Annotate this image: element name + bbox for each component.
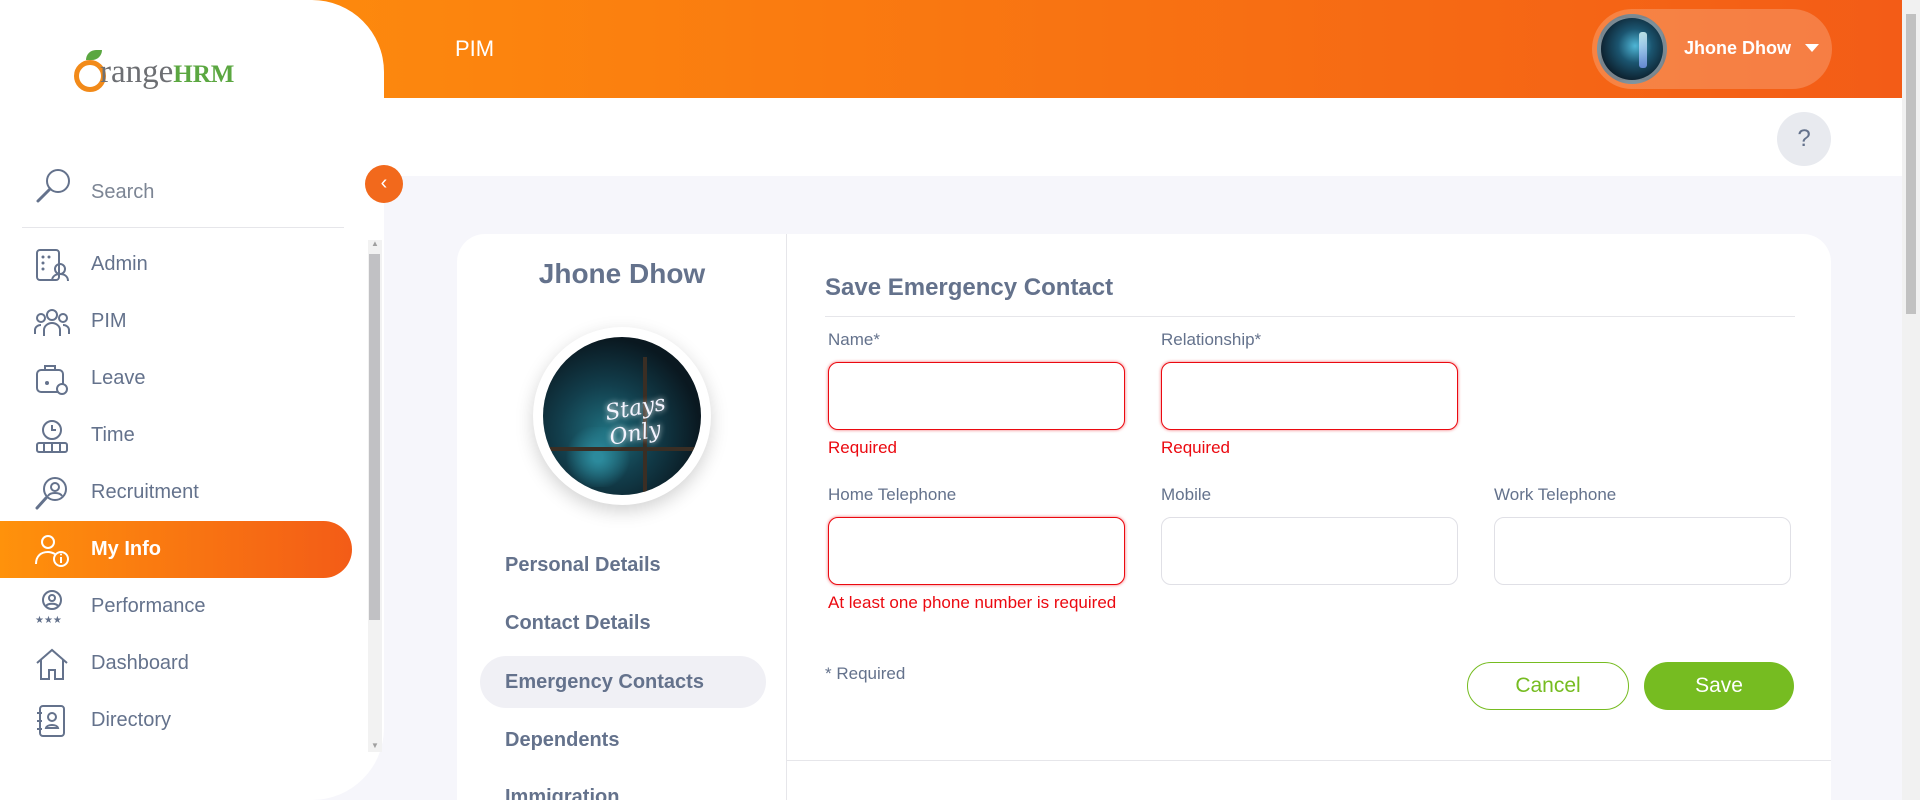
sidebar-item-leave[interactable]: Leave: [0, 350, 352, 407]
required-note: * Required: [825, 664, 906, 683]
relationship-label: Relationship*: [1161, 330, 1262, 349]
logo-text: range: [100, 54, 174, 90]
user-dropdown[interactable]: Jhone Dhow: [1592, 9, 1832, 89]
photo-neon-text: Stays Only: [603, 390, 668, 451]
svg-text:★★★: ★★★: [35, 615, 62, 625]
people-icon: [34, 309, 70, 336]
form-title: Save Emergency Contact: [825, 274, 1114, 301]
work-telephone-label: Work Telephone: [1494, 485, 1617, 504]
home-telephone-label: Home Telephone: [828, 485, 957, 504]
collapse-sidebar-button[interactable]: ‹: [365, 165, 403, 203]
leave-icon: [36, 365, 68, 395]
page-scrollbar-thumb[interactable]: [1906, 14, 1916, 314]
user-name: Jhone Dhow: [1684, 38, 1791, 58]
sidebar-item-recruitment[interactable]: Recruitment: [0, 464, 352, 521]
sidebar-scrollbar-thumb[interactable]: [369, 254, 380, 620]
sidebar-item-dashboard[interactable]: Dashboard: [0, 635, 352, 692]
sidebar-item-label: Directory: [91, 709, 172, 731]
save-button[interactable]: Save: [1644, 662, 1794, 710]
mobile-input[interactable]: [1161, 517, 1458, 585]
section-divider: [787, 760, 1831, 761]
cancel-button[interactable]: Cancel: [1467, 662, 1629, 710]
form-divider: [825, 316, 1795, 317]
scroll-down-arrow-icon[interactable]: ▼: [371, 741, 379, 750]
scroll-up-arrow-icon[interactable]: ▲: [371, 239, 379, 248]
sidebar-item-time[interactable]: Time: [0, 407, 352, 464]
sidebar-item-my-info[interactable]: My Info: [0, 521, 352, 578]
search-label: Search: [91, 181, 155, 203]
caret-down-icon: [1805, 44, 1819, 52]
relationship-error: Required: [1161, 438, 1230, 457]
work-telephone-input[interactable]: [1494, 517, 1791, 585]
relationship-input[interactable]: [1161, 362, 1458, 430]
help-button[interactable]: ?: [1777, 112, 1831, 166]
employee-photo[interactable]: Stays Only: [533, 327, 711, 505]
employee-photo-image: Stays Only: [543, 337, 701, 495]
tab-label: Dependents: [505, 729, 620, 751]
mobile-label: Mobile: [1161, 485, 1212, 504]
sidebar-item-label: PIM: [91, 310, 127, 332]
employee-name: Jhone Dhow: [538, 258, 706, 289]
sidebar: rangeHRM Search Admin PIM Leave Time Rec…: [0, 0, 384, 800]
sidebar-item-label: Performance: [91, 595, 206, 617]
tab-label: Immigration: [505, 786, 620, 800]
tab-label: Personal Details: [505, 554, 661, 576]
name-input[interactable]: [828, 362, 1125, 430]
tab-emergency-contacts[interactable]: Emergency Contacts: [480, 656, 766, 708]
tab-immigration[interactable]: Immigration: [480, 771, 766, 800]
sidebar-item-label: Time: [91, 424, 135, 446]
home-telephone-error: At least one phone number is required: [828, 593, 1117, 612]
sidebar-item-directory[interactable]: Directory: [0, 692, 352, 749]
recruitment-icon: [35, 477, 67, 510]
tab-label: Contact Details: [505, 612, 651, 634]
sidebar-item-admin[interactable]: Admin: [0, 236, 352, 293]
admin-icon: [36, 249, 69, 282]
directory-icon: [37, 705, 65, 737]
user-avatar: [1597, 14, 1667, 84]
tab-contact-details[interactable]: Contact Details: [480, 597, 766, 649]
profile-panel: Jhone Dhow Stays Only Personal Details C…: [457, 234, 787, 800]
tab-label: Emergency Contacts: [505, 671, 704, 693]
my-info-icon: [35, 535, 69, 567]
orangehrm-logo[interactable]: rangeHRM: [74, 48, 254, 98]
module-title: PIM: [455, 36, 495, 61]
sidebar-item-label: Recruitment: [91, 481, 199, 503]
name-error: Required: [828, 438, 897, 457]
sidebar-item-label: Dashboard: [91, 652, 189, 674]
performance-icon: ★★★: [35, 590, 62, 625]
home-telephone-input[interactable]: [828, 517, 1125, 585]
search-icon: [36, 169, 70, 203]
sidebar-item-performance[interactable]: ★★★ Performance: [0, 578, 352, 635]
sidebar-item-pim[interactable]: PIM: [0, 293, 352, 350]
home-icon: [36, 648, 68, 680]
logo-hrm-text: HRM: [173, 61, 235, 88]
tab-dependents[interactable]: Dependents: [480, 714, 766, 766]
sidebar-search[interactable]: Search: [22, 160, 344, 228]
name-label: Name*: [828, 330, 880, 349]
sidebar-item-label: Admin: [91, 253, 148, 275]
tab-personal-details[interactable]: Personal Details: [480, 539, 766, 591]
sidebar-item-label: Leave: [91, 367, 146, 389]
sidebar-item-label: My Info: [91, 538, 161, 560]
time-icon: [36, 420, 68, 453]
